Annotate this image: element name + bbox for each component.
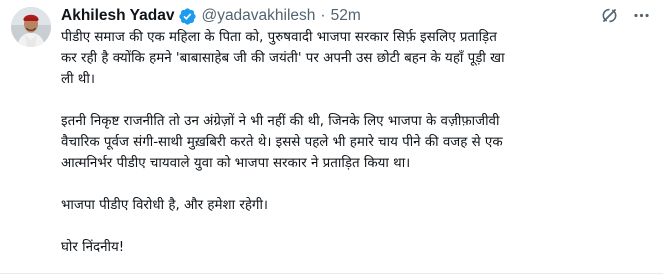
tweet-text-line: ली थी। bbox=[61, 72, 95, 87]
tweet-header: Akhilesh Yadav @yadavakhilesh · 52m bbox=[61, 5, 361, 27]
tweet-timestamp[interactable]: 52m bbox=[331, 7, 361, 25]
tweet-text: पीडीए समाज की एक महिला के पिता को, पुरुष… bbox=[61, 27, 646, 258]
tweet-text-line: घोर निंदनीय! bbox=[61, 240, 125, 255]
verified-badge-icon[interactable] bbox=[178, 7, 197, 26]
author-name[interactable]: Akhilesh Yadav bbox=[61, 7, 174, 25]
tweet-top-actions bbox=[599, 5, 651, 25]
author-handle[interactable]: @yadavakhilesh bbox=[201, 7, 315, 25]
tweet[interactable]: Akhilesh Yadav @yadavakhilesh · 52m पीडी… bbox=[0, 0, 663, 274]
tweet-text-line: कर रही है क्योंकि हमने 'बाबासाहेब जी की … bbox=[61, 51, 505, 66]
author-avatar[interactable] bbox=[11, 7, 51, 47]
tweet-text-line: वैचारिक पूर्वज संगी-साथी मुख़बिरी करते थ… bbox=[61, 135, 503, 150]
more-horizontal-icon[interactable] bbox=[631, 5, 651, 25]
tweet-paragraph: भाजपा पीडीए विरोधी है, और हमेशा रहेगी। bbox=[61, 195, 646, 216]
tweet-paragraph: इतनी निकृष्ट राजनीति तो उन अंग्रेज़ों ने… bbox=[61, 111, 646, 174]
tweet-text-line: इतनी निकृष्ट राजनीति तो उन अंग्रेज़ों ने… bbox=[61, 114, 500, 129]
tweet-text-line: भाजपा पीडीए विरोधी है, और हमेशा रहेगी। bbox=[61, 198, 269, 213]
tweet-paragraph: घोर निंदनीय! bbox=[61, 237, 646, 258]
tweet-text-line: पीडीए समाज की एक महिला के पिता को, पुरुष… bbox=[61, 30, 497, 45]
tweet-paragraph: पीडीए समाज की एक महिला के पिता को, पुरुष… bbox=[61, 27, 646, 90]
header-separator: · bbox=[320, 7, 326, 24]
grok-icon[interactable] bbox=[599, 5, 619, 25]
profile-photo bbox=[11, 7, 51, 47]
tweet-text-line: आत्मनिर्भर पीडीए चायवाले युवा को भाजपा स… bbox=[61, 156, 411, 171]
